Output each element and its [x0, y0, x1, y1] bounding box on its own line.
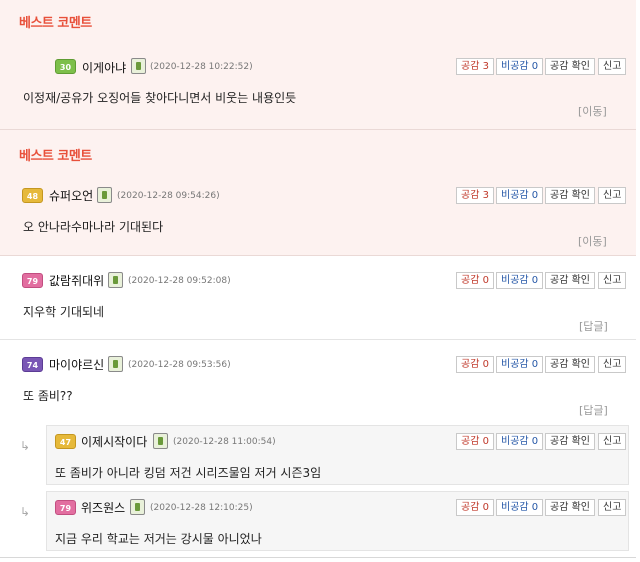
reply-link[interactable]: [답글]: [579, 402, 608, 418]
best-comment-block-2: 베스트 코멘트 48 슈퍼오언 (2020-12-28 09:54:26) 공감 …: [0, 130, 636, 256]
level-badge: 79: [55, 500, 76, 515]
mobile-icon: [131, 58, 146, 74]
comment-date: (2020-12-28 10:22:52): [150, 62, 253, 72]
level-badge: 30: [55, 59, 76, 74]
comment-nickname[interactable]: 값람쥐대위: [49, 272, 104, 289]
reply-arrow-icon: ↳: [20, 505, 31, 519]
level-badge: 47: [55, 434, 76, 449]
agree-button[interactable]: 공감 0: [456, 433, 494, 450]
agree-check-button[interactable]: 공감 확인: [545, 58, 595, 75]
disagree-button[interactable]: 비공감 0: [496, 187, 544, 204]
agree-check-button[interactable]: 공감 확인: [545, 433, 595, 450]
best-comment-title: 베스트 코멘트: [19, 149, 92, 164]
reply-arrow-icon: ↳: [20, 439, 31, 453]
agree-button[interactable]: 공감 0: [456, 499, 494, 516]
comment-item: 74 마이야르신 (2020-12-28 09:53:56) 공감 0 비공감 …: [0, 340, 636, 558]
comment-nickname[interactable]: 슈퍼오언: [49, 187, 93, 204]
reply-item: 79 위즈원스 (2020-12-28 12:10:25) 공감 0 비공감 0…: [46, 491, 629, 551]
comment-text: 또 좀비??: [23, 389, 73, 403]
disagree-button[interactable]: 비공감 0: [496, 499, 544, 516]
mobile-icon: [97, 187, 112, 203]
move-link[interactable]: [이동]: [578, 233, 607, 249]
agree-check-button[interactable]: 공감 확인: [545, 272, 595, 289]
comment-nickname[interactable]: 이게아냐: [82, 59, 126, 76]
reply-item: 47 이제시작이다 (2020-12-28 11:00:54) 공감 0 비공감…: [46, 425, 629, 485]
comment-date: (2020-12-28 09:54:26): [117, 191, 220, 201]
comment-date: (2020-12-28 11:00:54): [173, 437, 276, 447]
comment-item: 79 값람쥐대위 (2020-12-28 09:52:08) 공감 0 비공감 …: [0, 256, 636, 340]
mobile-icon: [108, 356, 123, 372]
agree-button[interactable]: 공감 3: [456, 187, 494, 204]
report-button[interactable]: 신고: [598, 187, 627, 204]
disagree-button[interactable]: 비공감 0: [496, 272, 544, 289]
comment-text: 오 안나라수마나라 기대된다: [23, 220, 164, 234]
best-comment-title: 베스트 코멘트: [19, 16, 92, 31]
agree-button[interactable]: 공감 0: [456, 272, 494, 289]
comment-nickname[interactable]: 위즈원스: [81, 499, 125, 516]
mobile-icon: [130, 499, 145, 515]
report-button[interactable]: 신고: [598, 433, 627, 450]
report-button[interactable]: 신고: [598, 272, 627, 289]
comment-date: (2020-12-28 09:52:08): [128, 276, 231, 286]
comment-date: (2020-12-28 12:10:25): [150, 503, 253, 513]
disagree-button[interactable]: 비공감 0: [496, 433, 544, 450]
agree-check-button[interactable]: 공감 확인: [545, 499, 595, 516]
move-link[interactable]: [이동]: [578, 103, 607, 119]
disagree-button[interactable]: 비공감 0: [496, 58, 544, 75]
report-button[interactable]: 신고: [598, 58, 627, 75]
agree-check-button[interactable]: 공감 확인: [545, 356, 595, 373]
mobile-icon: [153, 433, 168, 449]
agree-button[interactable]: 공감 3: [456, 58, 494, 75]
level-badge: 48: [22, 188, 43, 203]
comment-text: 지금 우리 학교는 저거는 강시물 아니었나: [55, 532, 262, 546]
agree-check-button[interactable]: 공감 확인: [545, 187, 595, 204]
comment-text: 이정재/공유가 오징어들 찾아다니면서 비웃는 내용인듯: [23, 91, 297, 105]
level-badge: 74: [22, 357, 43, 372]
report-button[interactable]: 신고: [598, 356, 627, 373]
agree-button[interactable]: 공감 0: [456, 356, 494, 373]
report-button[interactable]: 신고: [598, 499, 627, 516]
comment-text: 지우학 기대되네: [23, 305, 105, 319]
mobile-icon: [108, 272, 123, 288]
best-comment-block-1: 베스트 코멘트 30 이게아냐 (2020-12-28 10:22:52) 공감 …: [0, 0, 636, 130]
level-badge: 79: [22, 273, 43, 288]
reply-link[interactable]: [답글]: [579, 318, 608, 334]
comment-nickname[interactable]: 마이야르신: [49, 356, 104, 373]
disagree-button[interactable]: 비공감 0: [496, 356, 544, 373]
comment-nickname[interactable]: 이제시작이다: [81, 433, 147, 450]
comment-date: (2020-12-28 09:53:56): [128, 360, 231, 370]
comment-text: 또 좀비가 아니라 킹덤 저건 시리즈물임 저거 시즌3임: [55, 466, 322, 480]
